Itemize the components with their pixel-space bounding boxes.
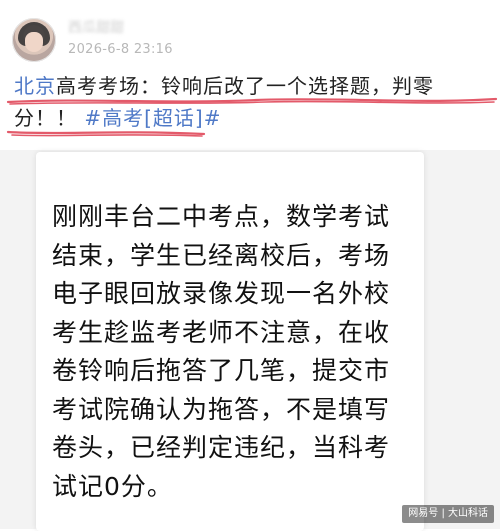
- user-avatar[interactable]: [12, 18, 56, 62]
- post-timestamp: 2026-6-8 23:16: [68, 42, 173, 57]
- quoted-message-text: 刚刚丰台二中考点，数学考试结束，学生已经离校后，考场电子眼回放录像发现一名外校考…: [52, 202, 391, 501]
- post-header: 西瓜甜甜 2026-6-8 23:16: [0, 0, 500, 68]
- hand-drawn-underline: [6, 130, 206, 137]
- hashtag-link[interactable]: #高考[超话]#: [84, 106, 221, 130]
- hand-drawn-underline: [6, 97, 498, 105]
- username[interactable]: 西瓜甜甜: [68, 20, 158, 36]
- watermark: 网易号 | 大山科话: [402, 505, 494, 523]
- location-link[interactable]: 北京: [14, 74, 56, 98]
- avatar-face: [25, 32, 43, 52]
